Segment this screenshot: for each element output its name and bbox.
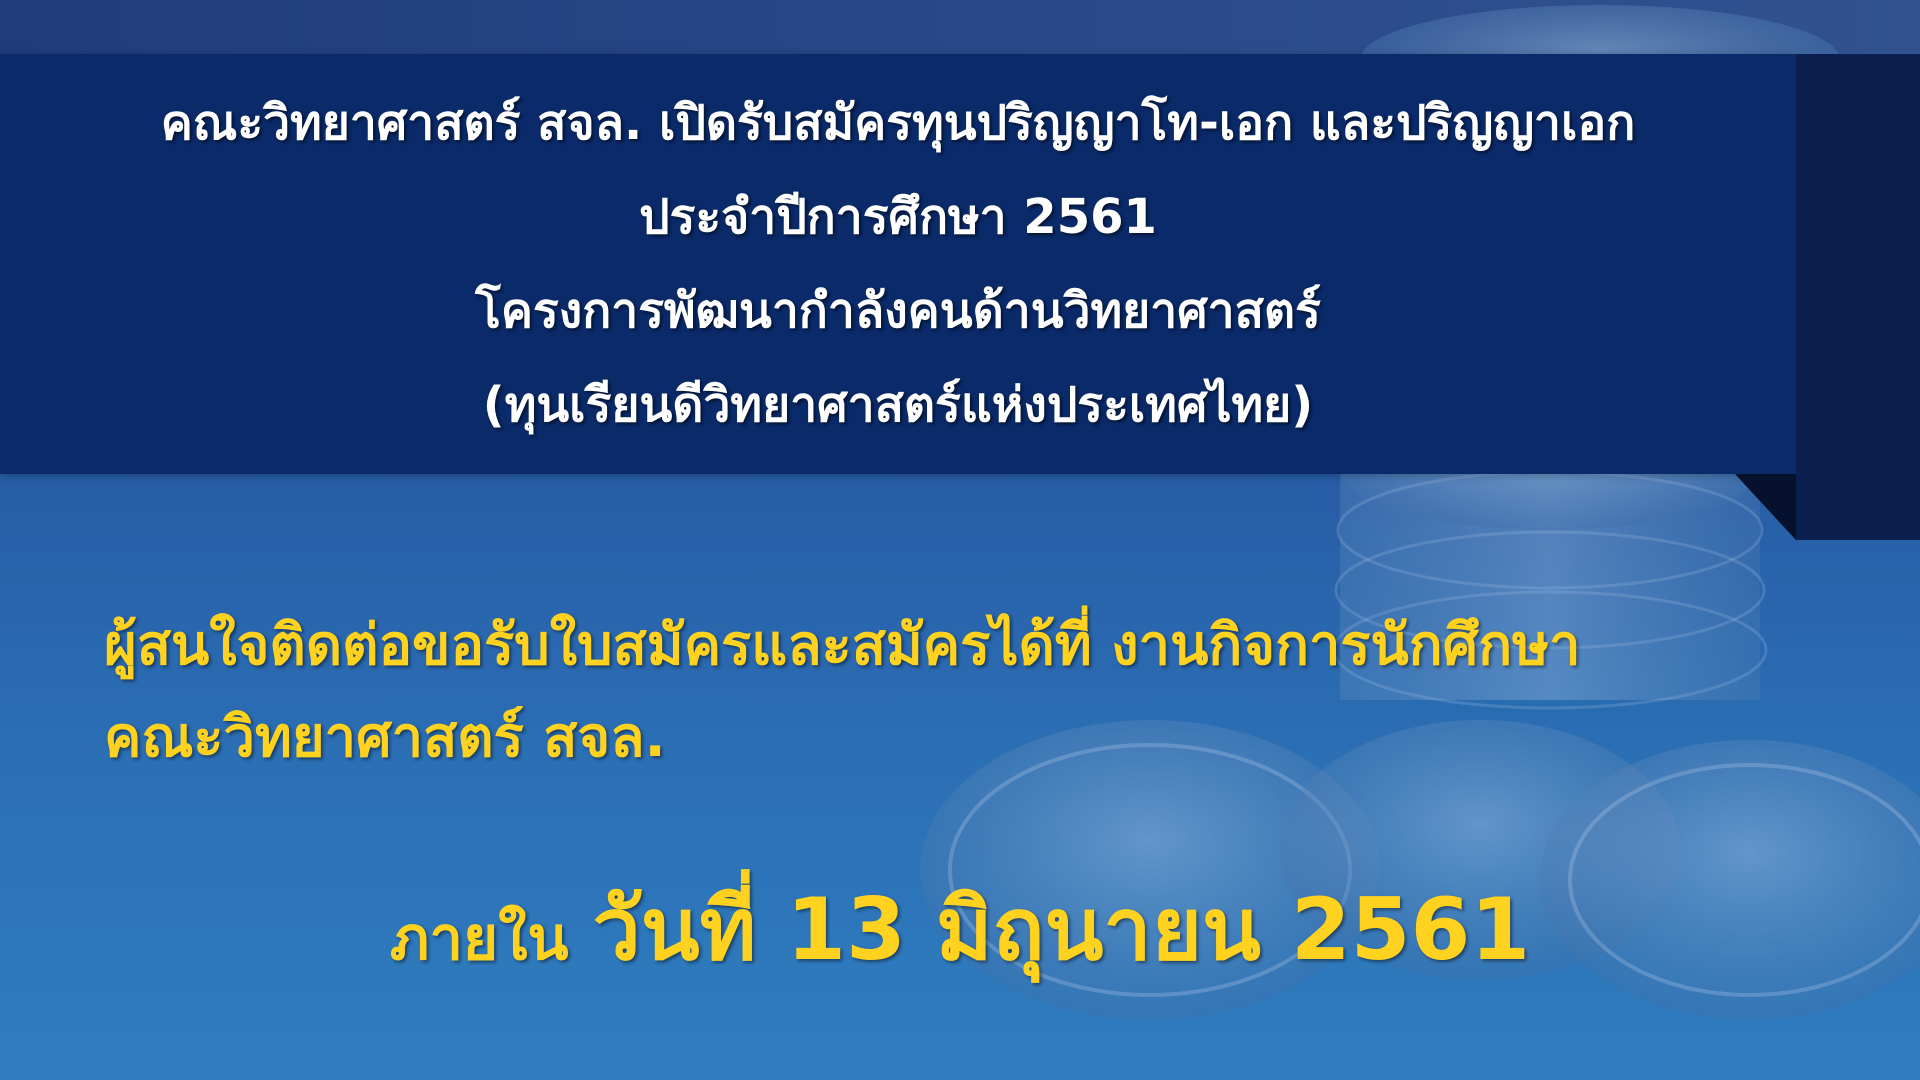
contact-line-2: คณะวิทยาศาสตร์ สจล. — [104, 705, 666, 770]
header-line-2: ประจำปีการศึกษา 2561 — [639, 189, 1157, 245]
banner-side-panel — [1796, 54, 1920, 540]
header-line-1: คณะวิทยาศาสตร์ สจล. เปิดรับสมัครทุนปริญญ… — [160, 95, 1636, 151]
deadline-prefix: ภายใน — [389, 904, 569, 974]
banner-fold — [1735, 474, 1796, 540]
deadline-date: วันที่ 13 มิถุนายน 2561 — [592, 880, 1531, 980]
contact-line-1: ผู้สนใจติดต่อขอรับใบสมัครและสมัครได้ที่ … — [104, 613, 1581, 678]
header-line-4: (ทุนเรียนดีวิทยาศาสตร์แห่งประเทศไทย) — [482, 377, 1314, 433]
header-line-3: โครงการพัฒนากำลังคนด้านวิทยาศาสตร์ — [475, 283, 1321, 339]
header-text: คณะวิทยาศาสตร์ สจล. เปิดรับสมัครทุนปริญญ… — [0, 54, 1796, 474]
contact-info: ผู้สนใจติดต่อขอรับใบสมัครและสมัครได้ที่ … — [104, 600, 1864, 784]
top-band — [0, 0, 1920, 54]
deadline: ภายใน วันที่ 13 มิถุนายน 2561 — [0, 860, 1920, 997]
